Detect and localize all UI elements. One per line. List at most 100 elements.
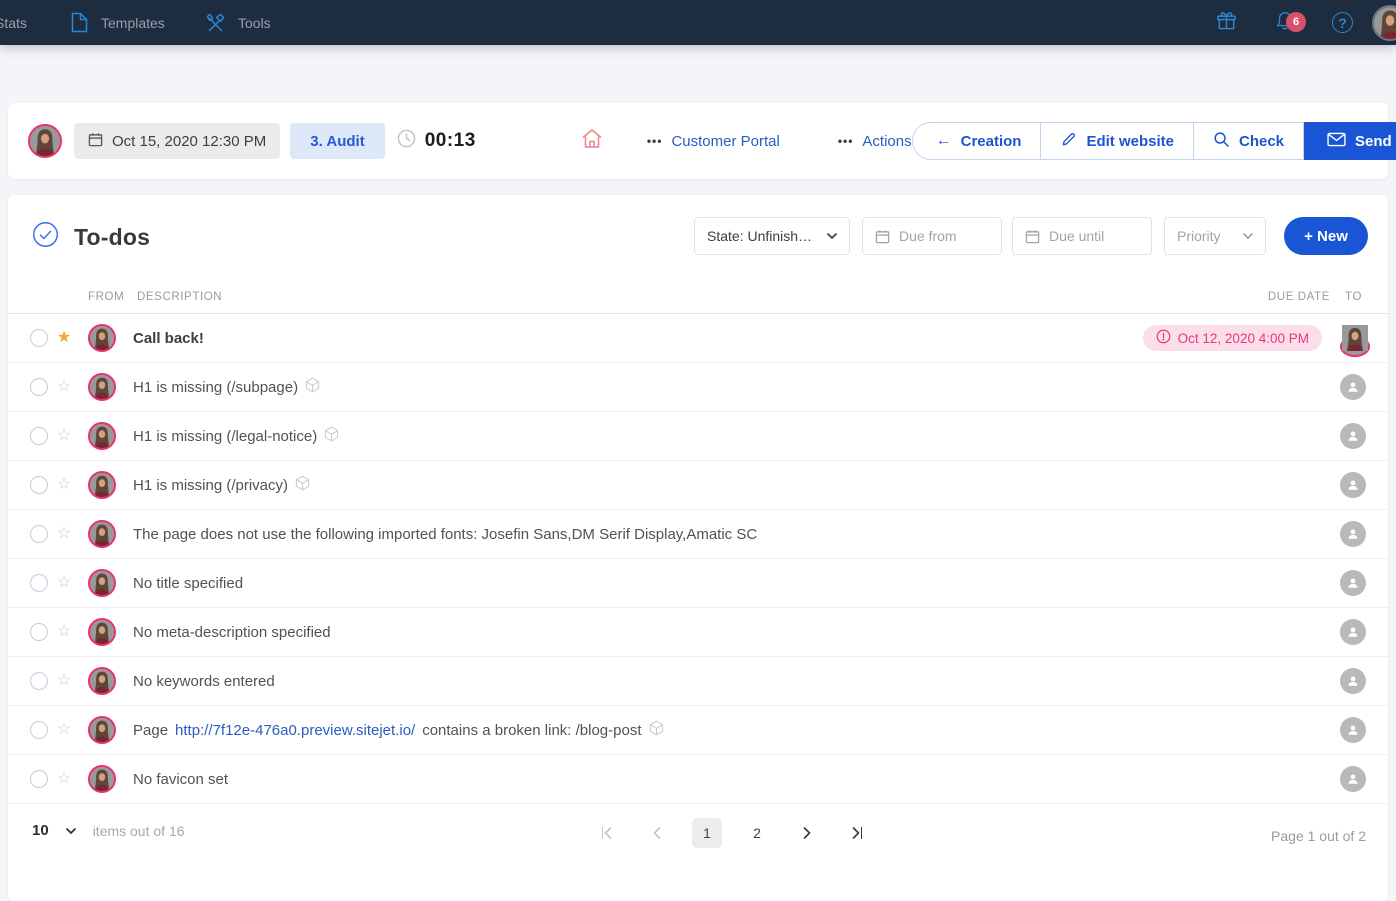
items-count-label: items out of 16 (93, 823, 185, 839)
project-toolbar: Oct 15, 2020 12:30 PM 3. Audit 00:13 •••… (8, 103, 1388, 179)
previous-page-button[interactable] (642, 818, 672, 848)
todo-description: No keywords entered (133, 673, 275, 690)
creation-button[interactable]: ← Creation (912, 122, 1042, 160)
page-link[interactable]: http://7f12e-476a0.preview.sitejet.io/ (175, 722, 415, 739)
star-icon-outline[interactable]: ☆ (56, 722, 72, 738)
todo-complete-checkbox[interactable] (30, 476, 48, 494)
todo-complete-checkbox[interactable] (30, 329, 48, 347)
check-circle-icon (32, 221, 59, 253)
todo-row[interactable]: ☆No meta-description specified (8, 608, 1388, 657)
star-icon-outline[interactable]: ☆ (56, 624, 72, 640)
due-from-input[interactable]: Due from (862, 217, 1002, 255)
state-filter-value: State: Unfinish… (707, 228, 812, 244)
to-cell (1340, 570, 1366, 596)
todo-complete-checkbox[interactable] (30, 672, 48, 690)
customer-portal-link[interactable]: ••• Customer Portal (647, 133, 780, 150)
todo-row[interactable]: ☆H1 is missing (/privacy) (8, 461, 1388, 510)
edit-website-button[interactable]: Edit website (1041, 122, 1194, 160)
project-owner-avatar[interactable] (28, 124, 62, 158)
account-avatar[interactable] (1372, 5, 1396, 41)
help-button[interactable]: ? (1332, 0, 1353, 45)
nav-item-stats[interactable]: Stats (0, 0, 27, 45)
unassigned-person-icon (1340, 619, 1366, 645)
gift-button[interactable] (1215, 0, 1238, 45)
todo-row[interactable]: ☆ H1 is missing (/legal-notice) (8, 412, 1388, 461)
star-icon-outline[interactable]: ☆ (56, 575, 72, 591)
todo-complete-checkbox[interactable] (30, 378, 48, 396)
nav-item-label: Tools (238, 15, 271, 31)
page-title: To-dos (74, 224, 150, 251)
webpage-cube-icon (305, 377, 320, 397)
actions-link[interactable]: ••• Actions (838, 133, 912, 150)
nav-item-label: Templates (101, 15, 165, 31)
first-page-button[interactable] (592, 818, 622, 848)
actions-label: Actions (862, 133, 911, 150)
unassigned-person-icon (1340, 423, 1366, 449)
state-filter-dropdown[interactable]: State: Unfinish… (694, 217, 850, 255)
description-text: No title specified (133, 575, 243, 592)
chevron-down-icon (827, 233, 837, 239)
todo-row[interactable]: ★Call back!Oct 12, 2020 4:00 PM (8, 314, 1388, 363)
from-avatar (88, 422, 116, 450)
todo-row[interactable]: ☆The page does not use the following imp… (8, 510, 1388, 559)
check-button[interactable]: Check (1194, 122, 1304, 160)
description-text: contains a broken link: /blog-post (422, 722, 641, 739)
home-button[interactable] (581, 128, 603, 154)
edit-website-label: Edit website (1086, 133, 1174, 150)
dots-icon: ••• (647, 134, 663, 148)
due-until-input[interactable]: Due until (1012, 217, 1152, 255)
calendar-icon (88, 132, 103, 151)
nav-item-templates[interactable]: Templates (70, 0, 165, 45)
send-to-customer-button[interactable]: Send to customer → (1304, 122, 1396, 160)
phase-chip[interactable]: 3. Audit (290, 123, 384, 159)
notifications-button[interactable]: 6 (1274, 0, 1296, 45)
from-avatar (88, 716, 116, 744)
column-header-to: TO (1345, 291, 1362, 303)
nav-item-tools[interactable]: Tools (205, 0, 271, 45)
star-icon-outline[interactable]: ☆ (56, 477, 72, 493)
overdue-warning-icon (1156, 329, 1171, 347)
todo-complete-checkbox[interactable] (30, 574, 48, 592)
star-icon-outline[interactable]: ☆ (56, 771, 72, 787)
pencil-icon (1060, 131, 1077, 152)
page-size-selector[interactable]: 10 items out of 16 (32, 822, 185, 839)
column-header-description: DESCRIPTION (137, 291, 222, 303)
description-text: Call back! (133, 330, 204, 347)
to-cell (1340, 325, 1366, 351)
last-page-button[interactable] (842, 818, 872, 848)
clock-icon (397, 129, 416, 153)
timer: 00:13 (397, 129, 476, 153)
todo-complete-checkbox[interactable] (30, 770, 48, 788)
page-button-2[interactable]: 2 (742, 818, 772, 848)
chevron-down-icon (1243, 233, 1253, 239)
star-icon-outline[interactable]: ☆ (56, 428, 72, 444)
new-todo-button[interactable]: + New (1284, 217, 1368, 255)
next-page-button[interactable] (792, 818, 822, 848)
dots-icon: ••• (838, 134, 854, 148)
star-icon-outline[interactable]: ☆ (56, 526, 72, 542)
help-icon: ? (1332, 12, 1353, 33)
phase-label: 3. Audit (310, 133, 364, 150)
todo-row[interactable]: ☆H1 is missing (/subpage) (8, 363, 1388, 412)
todos-panel: To-dos State: Unfinish… Due from Due unt… (8, 195, 1388, 901)
timer-value: 00:13 (425, 130, 476, 152)
from-avatar (88, 520, 116, 548)
page-button-1[interactable]: 1 (692, 818, 722, 848)
webpage-cube-icon (649, 720, 664, 740)
webpage-cube-icon (295, 475, 310, 495)
todo-complete-checkbox[interactable] (30, 721, 48, 739)
star-icon-outline[interactable]: ☆ (56, 379, 72, 395)
todo-complete-checkbox[interactable] (30, 623, 48, 641)
todo-complete-checkbox[interactable] (30, 427, 48, 445)
star-icon-filled[interactable]: ★ (56, 330, 72, 346)
priority-filter-dropdown[interactable]: Priority (1164, 217, 1266, 255)
project-date-chip[interactable]: Oct 15, 2020 12:30 PM (74, 123, 280, 159)
star-icon-outline[interactable]: ☆ (56, 673, 72, 689)
todo-complete-checkbox[interactable] (30, 525, 48, 543)
todo-row[interactable]: ☆No favicon set (8, 755, 1388, 804)
description-text: H1 is missing (/legal-notice) (133, 428, 317, 445)
todo-row[interactable]: ☆ No keywords entered (8, 657, 1388, 706)
todo-row[interactable]: ☆Page http://7f12e-476a0.preview.sitejet… (8, 706, 1388, 755)
todo-row[interactable]: ☆ No title specified (8, 559, 1388, 608)
to-cell (1340, 374, 1366, 400)
